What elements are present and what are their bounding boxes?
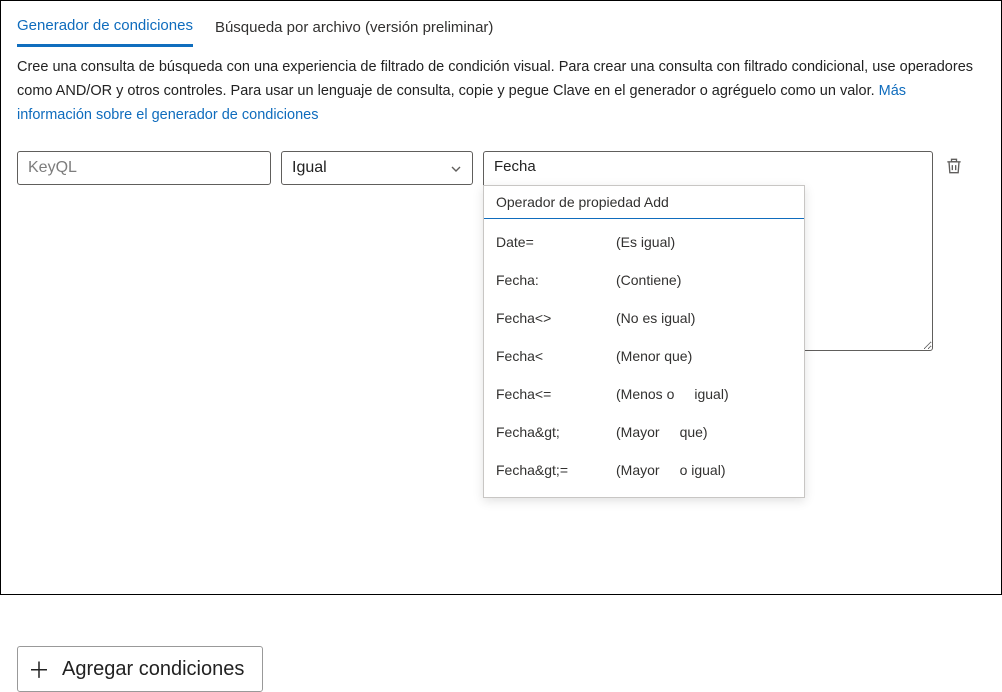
trash-icon [944, 156, 964, 181]
dropdown-symbol: Fecha< [496, 348, 616, 364]
delete-condition-button[interactable] [943, 157, 965, 179]
dropdown-label: que) [680, 424, 708, 440]
dropdown-item-not-equal[interactable]: Fecha<> (No es igual) [484, 299, 804, 337]
dropdown-symbol: Fecha&gt; [496, 424, 616, 440]
tab-search-by-file[interactable]: Búsqueda por archivo (versión preliminar… [215, 13, 493, 46]
add-condition-button[interactable]: ＋ Agregar condiciones [17, 646, 263, 692]
dropdown-item-greater-than[interactable]: Fecha&gt; (Mayor que) [484, 413, 804, 451]
operator-value: Igual [292, 159, 327, 177]
dropdown-label: (Menor que) [616, 348, 692, 364]
tab-bar: Generador de condiciones Búsqueda por ar… [17, 11, 985, 47]
dropdown-label: (Mayor [616, 462, 660, 478]
operator-select[interactable]: Igual [281, 151, 473, 185]
dropdown-label: (Menos o [616, 386, 674, 402]
dropdown-item-contains[interactable]: Fecha: (Contiene) [484, 261, 804, 299]
chevron-down-icon [450, 162, 462, 174]
dropdown-symbol: Fecha<> [496, 310, 616, 326]
description-text: Cree una consulta de búsqueda con una ex… [17, 55, 985, 127]
property-value: KeyQL [28, 159, 77, 177]
description-line1: Cree una consulta de búsqueda con una ex… [17, 59, 896, 75]
value-area: Operador de propiedad Add Date= (Es igua… [483, 151, 933, 356]
dropdown-list: Date= (Es igual) Fecha: (Contiene) Fecha… [484, 219, 804, 497]
condition-row: KeyQL Igual Operador de propiedad Add Da… [17, 151, 985, 356]
dropdown-label: (Contiene) [616, 272, 681, 288]
property-select[interactable]: KeyQL [17, 151, 271, 185]
dropdown-symbol: Date= [496, 234, 616, 250]
dropdown-symbol: Fecha: [496, 272, 616, 288]
dropdown-label: o igual) [680, 462, 726, 478]
dropdown-item-less-or-equal[interactable]: Fecha<= (Menos o igual) [484, 375, 804, 413]
dropdown-label: (No es igual) [616, 310, 695, 326]
dropdown-item-equal[interactable]: Date= (Es igual) [484, 223, 804, 261]
dropdown-label: (Mayor [616, 424, 660, 440]
add-condition-label: Agregar condiciones [62, 658, 244, 681]
plus-icon: ＋ [28, 653, 50, 685]
operator-dropdown: Operador de propiedad Add Date= (Es igua… [483, 185, 805, 498]
dropdown-symbol: Fecha<= [496, 386, 616, 402]
dropdown-item-greater-or-equal[interactable]: Fecha&gt;= (Mayor o igual) [484, 451, 804, 489]
dropdown-label: igual) [694, 386, 728, 402]
dropdown-header: Operador de propiedad Add [484, 186, 804, 219]
add-condition-row: ＋ Agregar condiciones [17, 646, 985, 692]
dropdown-symbol: Fecha&gt;= [496, 462, 616, 478]
tab-condition-builder[interactable]: Generador de condiciones [17, 11, 193, 47]
description-line3a: valor. [840, 83, 879, 99]
dropdown-label: (Es igual) [616, 234, 675, 250]
dropdown-item-less-than[interactable]: Fecha< (Menor que) [484, 337, 804, 375]
